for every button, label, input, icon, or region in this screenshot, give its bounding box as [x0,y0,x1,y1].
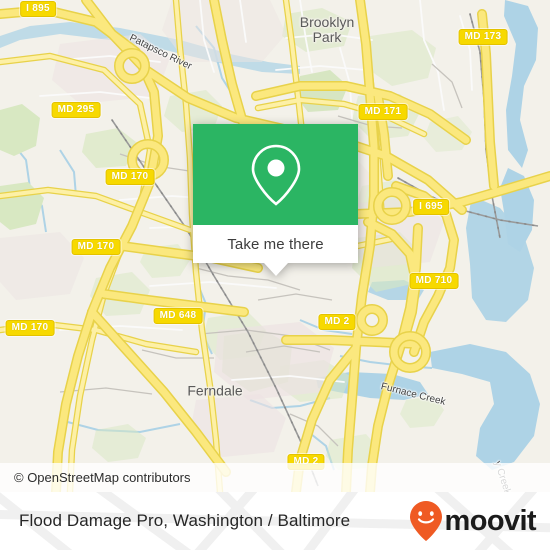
map-pin-icon [251,144,300,206]
road-shield: MD 170 [5,320,55,336]
take-me-there-label: Take me there [227,235,324,253]
road-shield: I 695 [413,199,449,215]
road-shield: I 895 [20,1,56,17]
moovit-smiley-pin-icon [409,501,442,541]
take-me-there-button[interactable]: Take me there [193,225,358,263]
road-shield: MD 171 [358,104,408,120]
map-canvas[interactable]: .water { fill:#aed3e6; } .waterline { fi… [0,0,550,492]
road-shield: MD 295 [51,102,101,118]
moovit-logo[interactable]: moovit [409,492,537,550]
road-shield: MD 170 [105,169,155,185]
road-shield: MD 2 [318,314,356,330]
place-label: Brooklyn Park [299,14,355,45]
page-title: Flood Damage Pro, Washington / Baltimore [19,492,350,550]
popup-pointer [263,263,288,276]
moovit-wordmark: moovit [444,504,537,537]
road-shield: MD 173 [458,29,508,45]
road-shield: MD 710 [409,273,459,289]
place-label: Ferndale [187,382,243,399]
popup-icon-panel [193,124,358,225]
footer-bar: Flood Damage Pro, Washington / Baltimore… [0,492,550,550]
location-popup-card[interactable]: Take me there [193,124,358,276]
page-title-text: Flood Damage Pro, Washington / Baltimore [19,511,351,530]
road-shield: MD 648 [153,308,203,324]
attribution-text: © OpenStreetMap contributors [14,470,191,485]
road-shield: MD 170 [71,239,121,255]
map-screenshot: .water { fill:#aed3e6; } .waterline { fi… [0,0,550,550]
map-attribution-bar: © OpenStreetMap contributors [0,463,550,492]
